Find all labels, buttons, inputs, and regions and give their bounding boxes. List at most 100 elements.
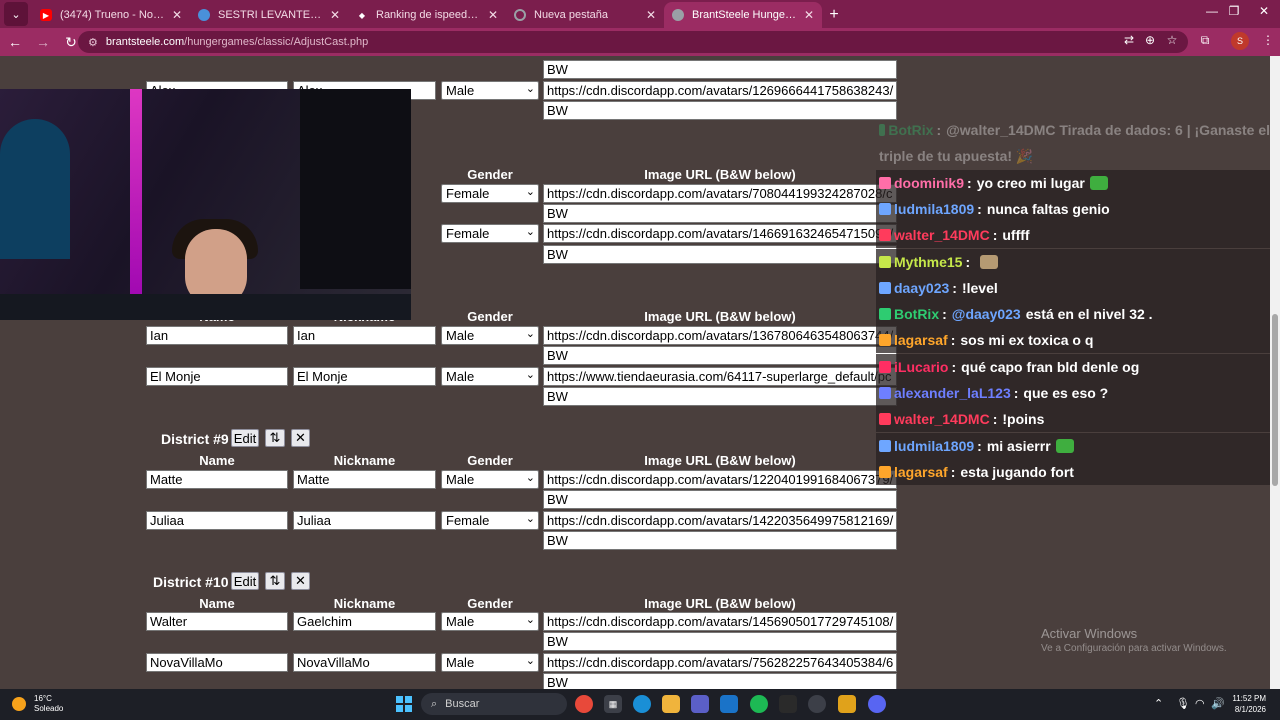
- tab-0[interactable]: ▶(3474) Trueno - No Cap | A COL✕: [32, 2, 190, 28]
- gender-select[interactable]: Male ⌄: [441, 653, 539, 672]
- image-url-input[interactable]: https://cdn.discordapp.com/avatars/12204…: [543, 470, 897, 489]
- nickname-input[interactable]: Matte: [293, 470, 436, 489]
- tab-2[interactable]: ◆Ranking de ispeedyy | El mejor✕: [348, 2, 506, 28]
- close-tab-icon[interactable]: ✕: [330, 8, 340, 22]
- page-scrollbar[interactable]: [1270, 56, 1280, 689]
- forward-arrow-icon[interactable]: →: [30, 30, 56, 54]
- chat-username[interactable]: walter_14DMC: [894, 411, 990, 427]
- wifi-icon[interactable]: ◠: [1195, 697, 1205, 710]
- name-input[interactable]: Walter: [146, 612, 288, 631]
- nickname-input[interactable]: El Monje: [293, 367, 436, 386]
- gender-select[interactable]: Female ⌄: [441, 511, 539, 530]
- chat-username[interactable]: walter_14DMC: [894, 227, 990, 243]
- clock[interactable]: 11:52 PM 8/1/2026: [1226, 693, 1266, 715]
- gender-select[interactable]: Male ⌄: [441, 81, 539, 100]
- close-window-icon[interactable]: ✕: [1244, 4, 1280, 18]
- image-url-input[interactable]: https://cdn.discordapp.com/avatars/70804…: [543, 184, 897, 203]
- spotify-icon[interactable]: [750, 695, 768, 713]
- teams-icon[interactable]: [691, 695, 709, 713]
- menu-kebab-icon[interactable]: ⋮: [1258, 33, 1278, 47]
- image-url-input[interactable]: https://cdn.discordapp.com/avatars/14569…: [543, 612, 897, 631]
- chat-username[interactable]: ludmila1809: [894, 438, 974, 454]
- chat-username[interactable]: BotRix: [894, 306, 939, 322]
- address-bar[interactable]: ⚙ brantsteele.com/hungergames/classic/Ad…: [78, 31, 1188, 53]
- sort-button[interactable]: ⇅: [265, 572, 285, 590]
- chat-username[interactable]: lagarsaf: [894, 332, 948, 348]
- chat-username[interactable]: ludmila1809: [894, 201, 974, 217]
- app-icon[interactable]: ▦: [604, 695, 622, 713]
- gender-select[interactable]: Female ⌄: [441, 184, 539, 203]
- scrollbar-thumb[interactable]: [1272, 314, 1278, 486]
- bw-input[interactable]: BW: [543, 387, 897, 406]
- remove-button[interactable]: ✕: [291, 572, 310, 590]
- tab-1[interactable]: SESTRI LEVANTE TEMPERATUR✕: [190, 2, 348, 28]
- gender-select[interactable]: Male ⌄: [441, 612, 539, 631]
- epic-games-icon[interactable]: [779, 695, 797, 713]
- bw-input[interactable]: BW: [543, 490, 897, 509]
- tab-search-icon[interactable]: ⌄: [4, 2, 28, 26]
- chrome-taskbar-icon[interactable]: [575, 695, 593, 713]
- image-url-input[interactable]: https://cdn.discordapp.com/avatars/14669…: [543, 224, 897, 243]
- chat-username[interactable]: doominik9: [894, 175, 964, 191]
- chat-username[interactable]: alexander_laL123: [894, 385, 1011, 401]
- bookmark-star-icon[interactable]: ☆: [1162, 33, 1182, 47]
- image-url-input[interactable]: https://cdn.discordapp.com/avatars/14220…: [543, 511, 897, 530]
- image-url-input[interactable]: https://www.tiendaeurasia.com/64117-supe…: [543, 367, 897, 386]
- bw-input[interactable]: BW: [543, 673, 897, 689]
- image-url-input[interactable]: https://cdn.discordapp.com/avatars/12696…: [543, 81, 897, 100]
- close-tab-icon[interactable]: ✕: [172, 8, 182, 22]
- chat-username[interactable]: Mythme15: [894, 254, 962, 270]
- back-arrow-icon[interactable]: ←: [2, 30, 28, 54]
- taskbar-search-input[interactable]: ⌕ Buscar: [421, 693, 567, 715]
- nickname-input[interactable]: Gaelchim: [293, 612, 436, 631]
- site-info-icon[interactable]: ⚙: [88, 36, 98, 49]
- edit-button[interactable]: Edit: [231, 572, 259, 590]
- chat-username[interactable]: BotRix: [888, 122, 933, 138]
- tab-4-active[interactable]: BrantSteele Hunger Games Sim✕: [664, 2, 822, 28]
- chat-username[interactable]: daay023: [894, 280, 949, 296]
- close-tab-icon[interactable]: ✕: [646, 8, 656, 22]
- name-input[interactable]: Juliaa: [146, 511, 288, 530]
- zoom-icon[interactable]: ⊕: [1140, 33, 1160, 47]
- bw-input[interactable]: BW: [543, 245, 897, 264]
- chat-username[interactable]: iLucario: [894, 359, 948, 375]
- microphone-icon[interactable]: 🎙: [1176, 697, 1190, 710]
- discord-icon[interactable]: [868, 695, 886, 713]
- nickname-input[interactable]: NovaVillaMo: [293, 653, 436, 672]
- weather-widget[interactable]: 16°C Soleado: [12, 694, 63, 714]
- windows-start-icon[interactable]: [396, 696, 412, 712]
- gender-select[interactable]: Female ⌄: [441, 224, 539, 243]
- extensions-icon[interactable]: ⧉: [1195, 33, 1215, 48]
- profile-avatar[interactable]: S: [1231, 32, 1249, 50]
- gender-select[interactable]: Male ⌄: [441, 470, 539, 489]
- gender-select[interactable]: Male ⌄: [441, 326, 539, 345]
- file-explorer-icon[interactable]: [662, 695, 680, 713]
- bw-input[interactable]: BW: [543, 101, 897, 120]
- translate-icon[interactable]: ⇄: [1119, 33, 1139, 47]
- bw-input[interactable]: BW: [543, 531, 897, 550]
- new-tab-button[interactable]: +: [822, 3, 846, 27]
- edit-button[interactable]: Edit: [231, 429, 259, 447]
- nickname-input[interactable]: Ian: [293, 326, 436, 345]
- chat-username[interactable]: lagarsaf: [894, 464, 948, 480]
- bw-input[interactable]: BW: [543, 632, 897, 651]
- name-input[interactable]: Matte: [146, 470, 288, 489]
- nickname-input[interactable]: Juliaa: [293, 511, 436, 530]
- name-input[interactable]: Ian: [146, 326, 288, 345]
- close-tab-icon[interactable]: ✕: [804, 8, 814, 22]
- mail-icon[interactable]: [720, 695, 738, 713]
- edge-icon[interactable]: [633, 695, 651, 713]
- image-url-input[interactable]: https://cdn.discordapp.com/avatars/13678…: [543, 326, 897, 345]
- name-input[interactable]: El Monje: [146, 367, 288, 386]
- app-icon[interactable]: [838, 695, 856, 713]
- name-input[interactable]: NovaVillaMo: [146, 653, 288, 672]
- image-url-input[interactable]: https://cdn.discordapp.com/avatars/75628…: [543, 653, 897, 672]
- chevron-up-icon[interactable]: ⌃: [1154, 697, 1163, 710]
- sort-button[interactable]: ⇅: [265, 429, 285, 447]
- volume-icon[interactable]: 🔊: [1211, 697, 1225, 710]
- steam-icon[interactable]: [808, 695, 826, 713]
- close-tab-icon[interactable]: ✕: [488, 8, 498, 22]
- remove-button[interactable]: ✕: [291, 429, 310, 447]
- bw-input[interactable]: BW: [543, 346, 897, 365]
- gender-select[interactable]: Male ⌄: [441, 367, 539, 386]
